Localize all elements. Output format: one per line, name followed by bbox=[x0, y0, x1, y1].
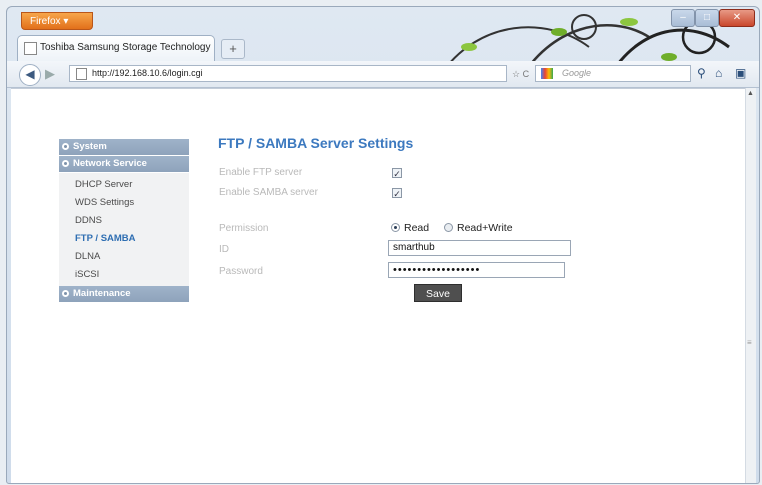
enable-samba-checkbox[interactable]: ✓ bbox=[392, 188, 402, 199]
address-bar-url: http://192.168.10.6/login.cgi bbox=[92, 68, 203, 78]
close-window-button[interactable]: ✕ bbox=[719, 9, 755, 27]
search-placeholder: Google bbox=[562, 68, 592, 78]
sidebar-item-iscsi[interactable]: iSCSI bbox=[59, 266, 189, 284]
sidebar-item-ddns[interactable]: DDNS bbox=[59, 212, 189, 230]
enable-ftp-label: Enable FTP server bbox=[219, 167, 303, 178]
save-button[interactable]: Save bbox=[414, 284, 462, 302]
sidebar-section-system[interactable]: System bbox=[59, 139, 189, 155]
address-bar[interactable]: http://192.168.10.6/login.cgi bbox=[69, 65, 507, 82]
permission-label: Permission bbox=[219, 223, 269, 234]
firefox-menu-button[interactable]: Firefox ▾ bbox=[21, 12, 93, 30]
page-title: FTP / SAMBA Server Settings bbox=[218, 135, 414, 151]
browser-window: Firefox ▾ – □ ✕ Toshiba Samsung Storage … bbox=[6, 6, 760, 484]
radio-read-label: Read bbox=[404, 222, 430, 234]
addon-icon[interactable]: ▣ bbox=[735, 66, 746, 80]
sidebar: System Network Service DHCP Server WDS S… bbox=[59, 139, 189, 303]
sidebar-item-wds-settings[interactable]: WDS Settings bbox=[59, 194, 189, 212]
permission-read-radio[interactable]: Read bbox=[391, 222, 429, 234]
firefox-menu-label: Firefox bbox=[30, 16, 61, 27]
minimize-button[interactable]: – bbox=[671, 9, 695, 27]
sidebar-section-label: Maintenance bbox=[73, 288, 131, 299]
tab-title: Toshiba Samsung Storage Technology bbox=[40, 42, 211, 53]
scrollbar-grip-icon[interactable]: ≡ bbox=[747, 338, 752, 347]
reload-icon[interactable]: ☆ C bbox=[512, 69, 529, 80]
new-tab-button[interactable]: + bbox=[221, 39, 245, 59]
network-service-submenu: DHCP Server WDS Settings DDNS FTP / SAMB… bbox=[59, 173, 189, 286]
permission-read-write-radio[interactable]: Read+Write bbox=[444, 222, 513, 234]
section-bullet-icon bbox=[62, 290, 69, 297]
navigation-bar: ◀ ▶ http://192.168.10.6/login.cgi ☆ C Go… bbox=[7, 61, 759, 88]
home-icon[interactable]: ⌂ bbox=[715, 66, 722, 80]
browser-tab[interactable]: Toshiba Samsung Storage Technology bbox=[17, 35, 215, 61]
section-bullet-icon bbox=[62, 160, 69, 167]
radio-selected-icon bbox=[391, 223, 400, 232]
radio-read-write-label: Read+Write bbox=[457, 222, 513, 234]
password-label: Password bbox=[219, 266, 263, 277]
section-bullet-icon bbox=[62, 143, 69, 150]
back-arrow-icon[interactable]: ◀ bbox=[19, 64, 41, 86]
vertical-scrollbar[interactable]: ▲ ≡ bbox=[745, 88, 756, 483]
sidebar-section-maintenance[interactable]: Maintenance bbox=[59, 286, 189, 302]
scroll-up-arrow-icon[interactable]: ▲ bbox=[747, 90, 754, 97]
page-favicon-icon bbox=[24, 42, 37, 55]
search-magnifier-icon[interactable]: ⚲ bbox=[697, 66, 706, 80]
sidebar-section-network-service[interactable]: Network Service bbox=[59, 156, 189, 172]
enable-ftp-checkbox[interactable]: ✓ bbox=[392, 168, 402, 179]
forward-arrow-icon[interactable]: ▶ bbox=[45, 64, 55, 84]
sidebar-section-label: Network Service bbox=[73, 158, 147, 169]
google-logo-icon bbox=[541, 68, 553, 79]
sidebar-item-ftp-samba[interactable]: FTP / SAMBA bbox=[59, 230, 189, 248]
id-input[interactable]: smarthub bbox=[388, 240, 571, 256]
password-input[interactable]: •••••••••••••••••• bbox=[388, 262, 565, 278]
id-label: ID bbox=[219, 244, 229, 255]
sidebar-item-dlna[interactable]: DLNA bbox=[59, 248, 189, 266]
enable-samba-label: Enable SAMBA server bbox=[219, 187, 318, 198]
maximize-button[interactable]: □ bbox=[695, 9, 719, 27]
sidebar-section-label: System bbox=[73, 141, 107, 152]
search-box[interactable]: Google bbox=[535, 65, 691, 82]
page-content: System Network Service DHCP Server WDS S… bbox=[11, 88, 752, 483]
page-identity-icon bbox=[76, 68, 87, 80]
radio-unselected-icon bbox=[444, 223, 453, 232]
sidebar-item-dhcp-server[interactable]: DHCP Server bbox=[59, 176, 189, 194]
